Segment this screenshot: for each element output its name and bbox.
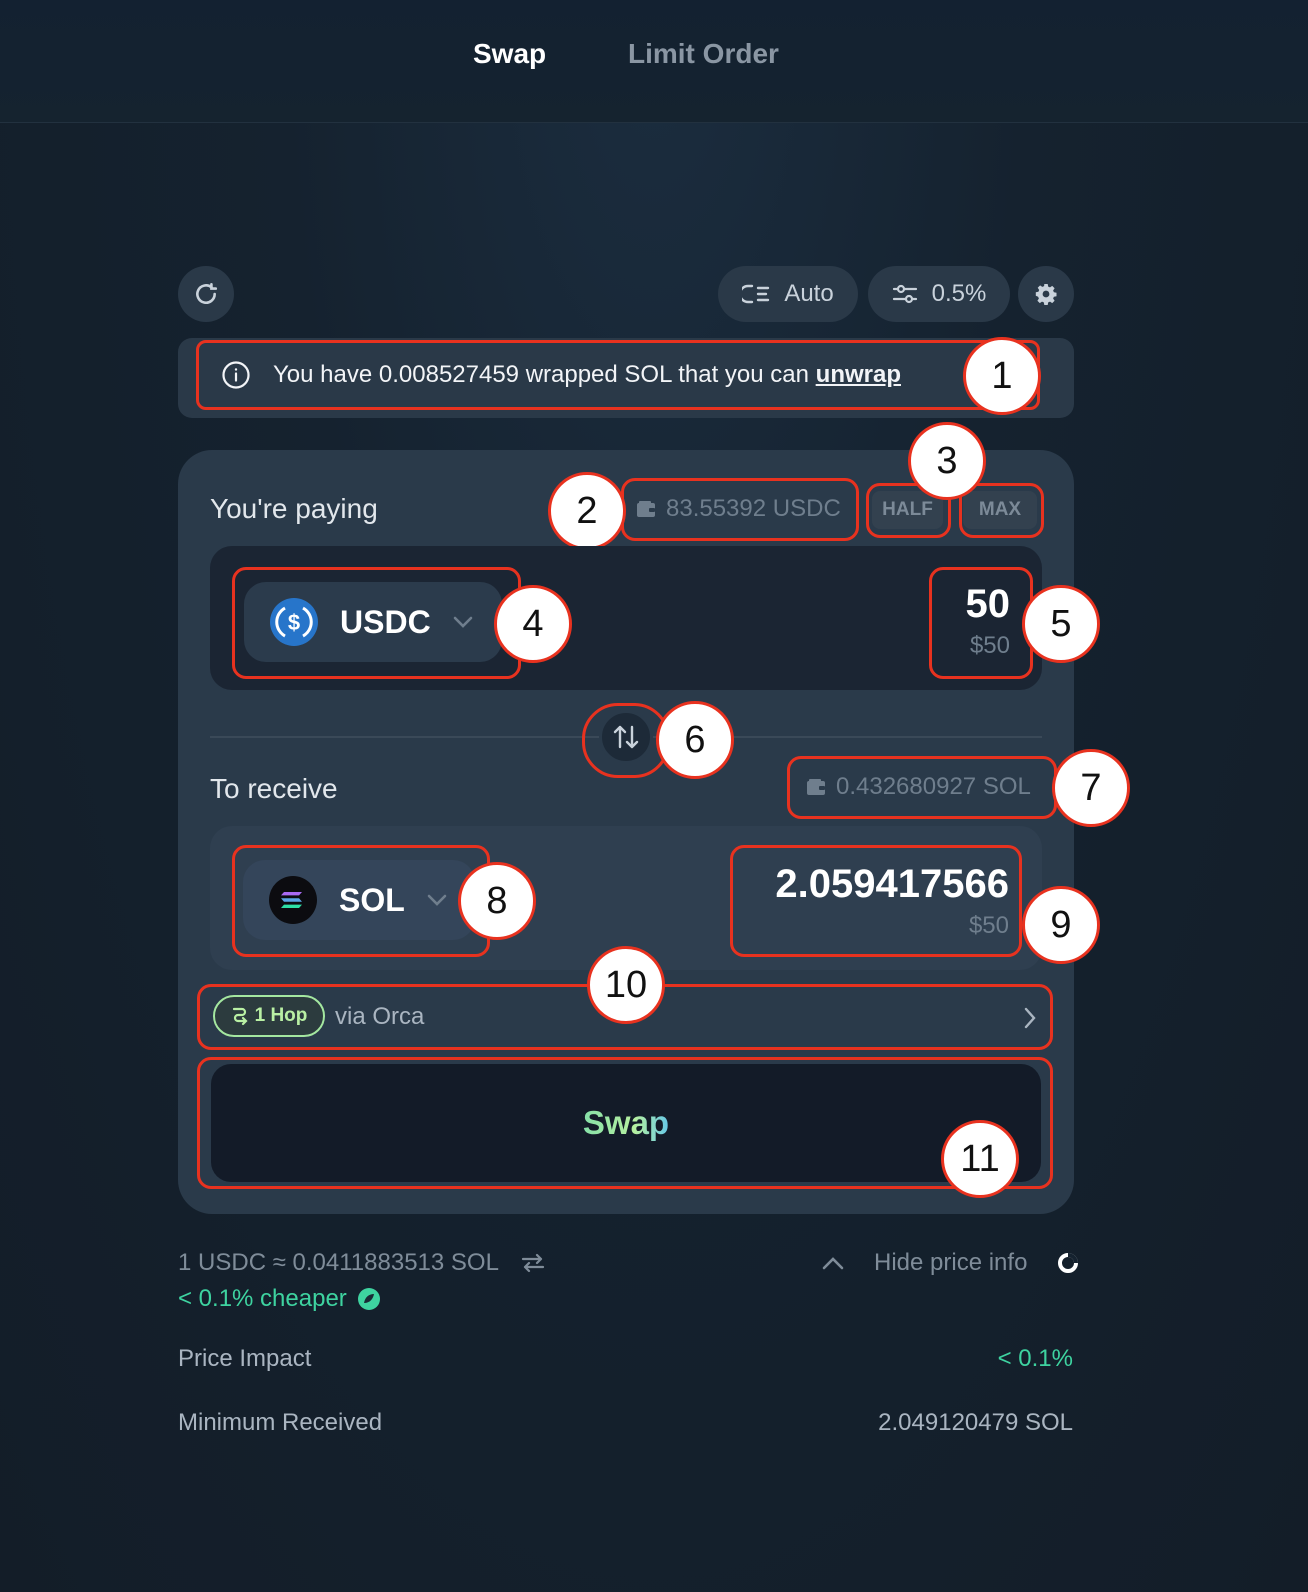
wallet-icon (807, 779, 825, 795)
swap-vertical-icon (613, 725, 639, 749)
routing-icon (742, 284, 770, 304)
price-impact-label: Price Impact (178, 1345, 312, 1372)
receive-amount-box: 2.059417566 $50 (730, 845, 1022, 957)
annotation-7: 7 (1052, 749, 1130, 827)
paying-token-highlight (232, 567, 521, 679)
receive-balance: 0.432680927 SOL (836, 773, 1031, 800)
paying-amount-usd: $50 (969, 632, 1010, 659)
annotation-5: 5 (1022, 585, 1100, 663)
info-icon (222, 361, 250, 389)
annotation-6: 6 (656, 701, 734, 779)
unwrap-notice-content: You have 0.008527459 wrapped SOL that yo… (196, 340, 1040, 410)
loading-spinner-icon (1058, 1253, 1079, 1273)
annotation-11: 11 (941, 1120, 1019, 1198)
swap-horizontal-icon[interactable] (521, 1253, 545, 1273)
chevron-up-icon (822, 1257, 844, 1270)
price-impact-value: < 0.1% (997, 1345, 1073, 1372)
slippage-value: 0.5% (931, 280, 987, 307)
annotation-8: 8 (458, 862, 536, 940)
route-mode-button[interactable]: Auto (718, 266, 858, 322)
receive-amount: 2.059417566 (775, 862, 1009, 906)
leaf-icon (357, 1288, 380, 1310)
cheaper-row: < 0.1% cheaper (178, 1285, 381, 1313)
annotation-3: 3 (908, 422, 986, 500)
paying-balance: 83.55392 USDC (666, 495, 841, 522)
refresh-icon (196, 282, 218, 305)
swap-button[interactable]: Swap (211, 1064, 1041, 1182)
price-info-toggle[interactable]: Hide price info (822, 1249, 1079, 1277)
refresh-button[interactable] (178, 266, 234, 322)
wallet-icon (637, 501, 655, 517)
route-icon (232, 1007, 248, 1026)
annotation-4: 4 (494, 585, 572, 663)
exchange-rate: 1 USDC ≈ 0.0411883513 SOL (178, 1249, 499, 1276)
receive-label: To receive (210, 773, 338, 804)
gear-icon (1035, 284, 1057, 305)
annotation-2: 2 (548, 472, 626, 550)
min-received-label: Minimum Received (178, 1409, 383, 1436)
paying-balance-box[interactable]: 83.55392 USDC (621, 478, 859, 541)
tab-limit-order[interactable]: Limit Order (628, 38, 779, 70)
min-received-value: 2.049120479 SOL (878, 1409, 1073, 1436)
paying-amount-box[interactable]: 50 $50 (929, 567, 1033, 679)
annotation-9: 9 (1022, 886, 1100, 964)
tab-swap[interactable]: Swap (473, 38, 546, 70)
settings-button[interactable] (1018, 266, 1074, 322)
paying-label: You're paying (210, 493, 378, 524)
exchange-rate-row: 1 USDC ≈ 0.0411883513 SOL (178, 1249, 545, 1277)
cheaper-text: < 0.1% cheaper (178, 1285, 347, 1312)
sliders-icon (892, 284, 917, 304)
route-hops-badge: 1 Hop (213, 995, 325, 1037)
annotation-10: 10 (587, 946, 665, 1024)
route-mode-label: Auto (784, 280, 834, 307)
receive-amount-usd: $50 (968, 912, 1009, 939)
route-via: via Orca (335, 1003, 425, 1030)
receive-token-highlight (232, 845, 490, 957)
flip-direction-button[interactable] (599, 710, 653, 764)
annotation-1: 1 (963, 337, 1041, 415)
receive-balance-box: 0.432680927 SOL (787, 756, 1057, 819)
route-hops: 1 Hop (254, 1005, 308, 1026)
max-highlight (959, 483, 1044, 538)
swap-button-label: Swap (582, 1104, 670, 1141)
unwrap-notice-text: You have 0.008527459 wrapped SOL that yo… (273, 361, 901, 389)
notice-text: You have 0.008527459 wrapped SOL that yo… (273, 361, 809, 388)
unwrap-link[interactable]: unwrap (816, 361, 901, 388)
chevron-right-icon (1024, 1007, 1036, 1029)
top-nav: Swap Limit Order (0, 0, 1308, 123)
paying-amount[interactable]: 50 (966, 582, 1011, 627)
price-info-toggle-label: Hide price info (874, 1249, 1028, 1276)
slippage-button[interactable]: 0.5% (868, 266, 1010, 322)
